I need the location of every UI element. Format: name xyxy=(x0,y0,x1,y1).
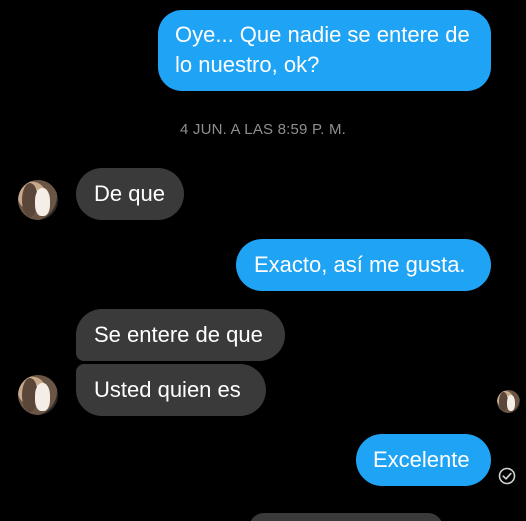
contact-avatar[interactable] xyxy=(18,375,58,415)
contact-avatar[interactable] xyxy=(18,180,58,220)
outgoing-message-bubble[interactable]: Exacto, así me gusta. xyxy=(236,239,491,291)
check-circle-icon xyxy=(498,467,516,485)
message-timestamp: 4 JUN. A LAS 8:59 P. M. xyxy=(179,121,347,138)
avatar-face-shape xyxy=(506,394,516,411)
outgoing-message-bubble[interactable]: Oye... Que nadie se entere de lo nuestro… xyxy=(158,10,491,91)
avatar-face-shape xyxy=(34,383,50,411)
incoming-message-bubble[interactable]: Se entere de que xyxy=(76,309,285,361)
incoming-message-bubble[interactable]: De que xyxy=(76,168,184,220)
incoming-message-bubble[interactable] xyxy=(249,513,443,521)
outgoing-message-bubble[interactable]: Excelente xyxy=(356,434,491,486)
avatar-face-shape xyxy=(34,188,50,216)
read-receipt-avatar xyxy=(497,390,520,413)
incoming-message-bubble[interactable]: Usted quien es xyxy=(76,364,266,416)
